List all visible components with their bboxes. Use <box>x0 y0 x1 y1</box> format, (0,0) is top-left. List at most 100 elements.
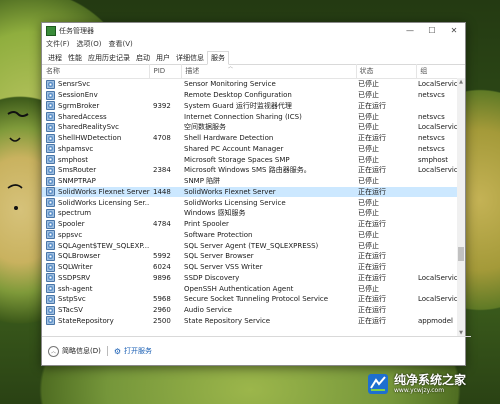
table-row[interactable]: SessionEnv Remote Desktop Configuration 已停… <box>42 90 465 101</box>
column-header-group[interactable]: 组 <box>416 64 465 78</box>
tab-processes[interactable]: 进程 <box>45 52 65 64</box>
table-row[interactable]: SolidWorks Flexnet Server 1448 SolidWorks … <box>42 186 465 198</box>
service-name: ssh-agent <box>58 284 93 293</box>
service-pid <box>150 90 181 101</box>
menu-view[interactable]: 查看(V) <box>108 39 132 49</box>
table-row[interactable]: ssh-agent OpenSSH Authentication Agent 已停止 <box>42 283 465 294</box>
service-name: SstpSvc <box>58 295 86 304</box>
vertical-scrollbar[interactable]: ▲ ▼ <box>457 78 465 337</box>
service-gear-icon <box>46 165 55 175</box>
service-pid <box>150 283 181 294</box>
table-row[interactable]: SQLBrowser 5992 SQL Server Browser 正在运行 <box>42 251 465 262</box>
table-row[interactable]: SharedRealitySvc 空间数据服务 已停止 LocalService <box>42 122 465 133</box>
service-status: 已停止 <box>358 112 379 121</box>
table-row[interactable]: SolidWorks Licensing Ser... SolidWorks Li… <box>42 197 465 208</box>
column-header-description[interactable]: 描述 <box>181 64 355 78</box>
service-group <box>415 262 463 273</box>
less-details-link[interactable]: 简略信息(D) <box>62 346 101 356</box>
scrollbar-thumb[interactable] <box>458 247 464 261</box>
service-name: shpamsvc <box>58 144 94 153</box>
table-row[interactable]: SharedAccess Internet Connection Sharing … <box>42 111 465 122</box>
chevron-up-icon[interactable]: ︿ <box>48 345 59 357</box>
service-name-cell: SensrSvc <box>42 79 150 89</box>
table-row[interactable]: SstpSvc 5968 Secure Socket Tunneling Proto… <box>42 294 465 305</box>
service-description: SQL Server Browser <box>184 252 254 261</box>
watermark-url: www.ycwjzy.com <box>394 386 445 394</box>
service-gear-icon <box>46 241 55 251</box>
service-group: appmodel <box>418 316 453 325</box>
task-manager-app-icon <box>46 25 56 36</box>
service-name: SgrmBroker <box>58 101 100 110</box>
table-row[interactable]: SNMPTRAP SNMP 陷阱 已停止 <box>42 176 465 187</box>
service-status: 已停止 <box>358 155 379 164</box>
table-row[interactable]: smphost Microsoft Storage Spaces SMP 已停止 sm… <box>42 154 465 165</box>
service-pid: 4784 <box>153 220 171 229</box>
sort-arrow-icon: ︿ <box>228 64 234 70</box>
table-row[interactable]: SSDPSRV 9896 SSDP Discovery 正在运行 LocalServic… <box>42 273 465 284</box>
table-row[interactable]: STacSV 2960 Audio Service 正在运行 <box>42 305 465 316</box>
service-name: SensrSvc <box>58 80 91 89</box>
service-description: Windows 感知服务 <box>184 209 246 218</box>
service-name-cell: SNMPTRAP <box>42 176 150 186</box>
table-row[interactable]: SQLWriter 6024 SQL Server VSS Writer 正在运行 <box>42 262 465 273</box>
close-button[interactable]: ✕ <box>443 23 465 38</box>
service-description: Secure Socket Tunneling Protocol Service <box>184 295 329 304</box>
service-pid <box>150 208 181 219</box>
tab-startup[interactable]: 启动 <box>133 52 153 64</box>
service-status: 正在运行 <box>358 263 386 272</box>
service-name: SSDPSRV <box>58 273 91 282</box>
menu-file[interactable]: 文件(F) <box>46 39 70 49</box>
menu-options[interactable]: 选项(O) <box>77 39 102 49</box>
service-description: OpenSSH Authentication Agent <box>184 284 294 293</box>
service-name: SNMPTRAP <box>58 177 96 186</box>
table-row[interactable]: shpamsvc Shared PC Account Manager 已停止 nets… <box>42 144 465 155</box>
service-name-cell: SstpSvc <box>42 294 150 304</box>
tab-details[interactable]: 详细信息 <box>173 52 207 64</box>
service-name: spectrum <box>58 209 92 218</box>
service-gear-icon <box>46 273 55 283</box>
table-row[interactable]: SmsRouter 2384 Microsoft Windows SMS 路由器服务… <box>42 165 465 176</box>
service-status: 正在运行 <box>358 306 386 315</box>
service-description: Shared PC Account Manager <box>184 144 284 153</box>
table-row[interactable]: SgrmBroker 9392 System Guard 运行时监视器代理 正在运行 <box>42 101 465 112</box>
service-name-cell: SolidWorks Licensing Ser... <box>42 198 150 208</box>
tab-app-history[interactable]: 应用历史记录 <box>85 52 133 64</box>
tab-services[interactable]: 服务 <box>207 51 229 65</box>
table-row[interactable]: SQLAgent$TEW_SQLEXP... SQL Server Agent (… <box>42 240 465 251</box>
tab-performance[interactable]: 性能 <box>65 52 85 64</box>
table-row[interactable]: ShellHWDetection 4708 Shell Hardware Detec… <box>42 133 465 144</box>
tab-users[interactable]: 用户 <box>153 52 173 64</box>
service-gear-icon <box>46 305 55 315</box>
table-row[interactable]: spectrum Windows 感知服务 已停止 <box>42 208 465 219</box>
service-status: 已停止 <box>358 123 379 132</box>
service-status: 已停止 <box>358 230 379 239</box>
table-row[interactable]: StateRepository 2500 State Repository Serv… <box>42 316 465 327</box>
service-description: Microsoft Windows SMS 路由器服务。 <box>184 166 311 175</box>
service-name-cell: sppsvc <box>42 230 150 240</box>
column-header-name[interactable]: 名称 <box>42 66 149 76</box>
service-group <box>415 208 463 219</box>
table-row[interactable]: SensrSvc Sensor Monitoring Service 已停止 Loca… <box>42 79 465 90</box>
window-title: 任务管理器 <box>59 26 94 35</box>
service-description: Shell Hardware Detection <box>184 134 274 143</box>
service-name: SessionEnv <box>58 91 98 100</box>
open-services-link[interactable]: ⚙ 打开服务 <box>114 346 152 356</box>
service-group <box>415 305 463 316</box>
service-group <box>415 251 463 262</box>
column-header-status[interactable]: 状态 <box>355 64 417 78</box>
service-gear-icon <box>46 90 55 100</box>
service-name-cell: SmsRouter <box>42 165 150 175</box>
maximize-button[interactable]: ☐ <box>421 23 443 38</box>
footer-bar: ︿ 简略信息(D) ⚙ 打开服务 <box>42 336 471 365</box>
service-name-cell: StateRepository <box>42 316 150 326</box>
table-row[interactable]: sppsvc Software Protection 已停止 <box>42 230 465 241</box>
table-row[interactable]: Spooler 4784 Print Spooler 正在运行 <box>42 219 465 230</box>
service-group: LocalService... <box>418 80 463 89</box>
service-pid <box>150 176 181 187</box>
service-status: 正在运行 <box>358 295 386 304</box>
scroll-up-arrow-icon[interactable]: ▲ <box>457 78 465 86</box>
minimize-button[interactable]: — <box>399 23 421 38</box>
table-header: 名称 PID 描述 状态 组 ︿ <box>42 64 465 79</box>
service-group <box>415 219 463 230</box>
column-header-pid[interactable]: PID <box>149 64 181 78</box>
